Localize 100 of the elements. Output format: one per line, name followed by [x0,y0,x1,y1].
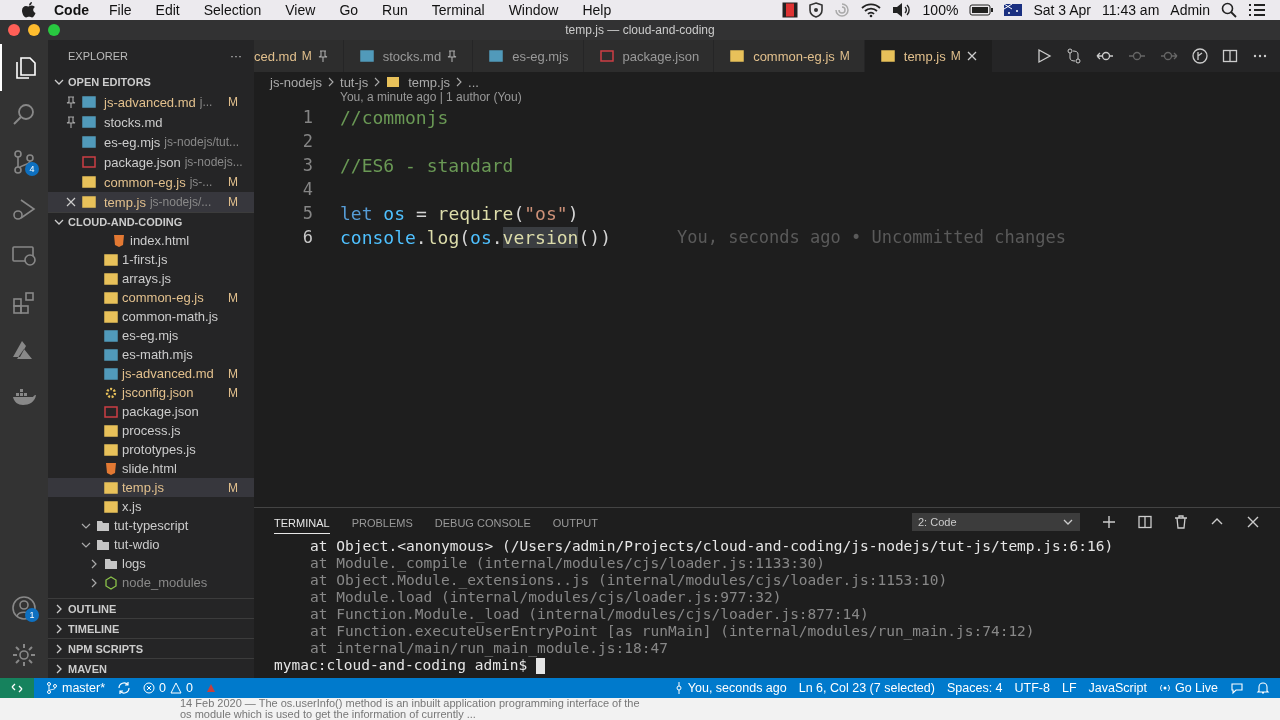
source-control-icon[interactable] [11,148,37,175]
pin-icon[interactable] [65,96,77,108]
breadcrumb-item[interactable]: js-nodejs [270,74,323,90]
collapsed-section[interactable]: TIMELINE [48,618,254,638]
editor-tab[interactable]: stocks.md [343,40,474,72]
menu-item[interactable]: View [285,2,316,18]
status-item[interactable]: LF [1061,681,1077,695]
commit-icon[interactable] [673,682,684,694]
open-editor-item[interactable]: common-eg.js js-... M [48,172,254,192]
close-icon[interactable] [965,50,978,62]
settings-icon[interactable] [11,641,37,668]
close-window-button[interactable] [8,24,20,36]
tree-item[interactable]: process.js [48,421,254,440]
tree-item[interactable]: 1-first.js [48,250,254,269]
maximize-window-button[interactable] [48,24,60,36]
collapsed-section[interactable]: OUTLINE [48,598,254,618]
error-icon[interactable] [143,682,156,694]
pin-icon[interactable] [446,50,459,62]
panel-tab[interactable]: DEBUG CONSOLE [434,511,531,533]
tree-item[interactable]: es-math.mjs [48,345,254,364]
editor-tab[interactable]: common-eg.js M [714,40,865,72]
open-editor-item[interactable]: temp.js js-nodejs/... M [48,192,254,212]
tree-item[interactable]: common-math.js [48,307,254,326]
open-editor-item[interactable]: es-eg.mjs js-nodejs/tut... [48,132,254,152]
bell-icon[interactable] [1256,681,1270,695]
menu-item[interactable]: Window [508,2,559,18]
shield-icon[interactable] [808,2,823,18]
panel-tab[interactable]: OUTPUT [552,511,598,533]
menu-item[interactable]: File [109,2,132,18]
tree-item[interactable]: tut-wdio [48,535,254,554]
open-editor-item[interactable]: stocks.md [48,112,254,132]
app-menu[interactable]: Code [54,2,89,18]
problems-status[interactable]: 0 0 [143,681,193,695]
feedback-icon[interactable] [1230,681,1244,695]
open-editor-item[interactable]: js-advanced.md j... M [48,92,254,112]
tree-item[interactable]: common-eg.js M [48,288,254,307]
tree-item[interactable]: es-eg.mjs [48,326,254,345]
breadcrumb-item[interactable]: tut-js [340,74,369,90]
film-icon[interactable] [781,2,798,18]
status-item[interactable]: UTF-8 [1014,681,1050,695]
menu-item[interactable]: Help [582,2,612,18]
branch-status[interactable]: master* [46,681,106,695]
flag-icon[interactable] [1004,4,1023,16]
tree-item[interactable]: js-advanced.md M [48,364,254,383]
branch-circle-icon[interactable] [1192,48,1208,64]
remote-icon[interactable] [11,682,23,694]
minimize-window-button[interactable] [28,24,40,36]
trash-icon[interactable] [1174,515,1188,529]
status-item[interactable]: You, seconds ago [673,681,787,695]
tree-item[interactable]: package.json [48,402,254,421]
tree-item[interactable]: index.html [48,231,254,250]
search-icon[interactable] [1221,2,1237,18]
status-item[interactable]: JavaScript [1088,681,1147,695]
menu-item[interactable]: Run [382,2,408,18]
breadcrumb-item[interactable]: ... [468,74,479,90]
wifi-icon[interactable] [860,2,881,18]
close-icon[interactable] [65,196,77,208]
panel-tab[interactable]: PROBLEMS [351,511,413,533]
terminal-dropdown[interactable]: 2: Code [912,513,1080,531]
account-icon[interactable] [11,594,37,621]
split-editor-icon[interactable] [1222,48,1238,64]
sync-icon[interactable] [117,681,132,695]
panel-tab[interactable]: TERMINAL [274,510,330,534]
menu-item[interactable]: Selection [203,2,262,18]
battery-icon[interactable] [969,4,994,16]
plus-icon[interactable] [1102,515,1116,529]
editor-tab[interactable]: temp.js M [864,40,993,72]
project-header[interactable]: CLOUD-AND-CODING [48,212,254,231]
tree-item[interactable]: slide.html [48,459,254,478]
list-icon[interactable] [1248,3,1266,17]
extensions-icon[interactable] [11,289,37,316]
menu-item[interactable]: Go [339,2,359,18]
editor-tab[interactable]: ced.md M [254,40,344,72]
open-editor-item[interactable]: package.json js-nodejs... [48,152,254,172]
warning-icon[interactable] [170,682,183,694]
editor-tab[interactable]: es-eg.mjs [473,40,584,72]
tree-item[interactable]: jsconfig.json M [48,383,254,402]
close-icon[interactable] [1246,515,1260,529]
user-name[interactable]: Admin [1170,2,1210,18]
pin-icon[interactable] [316,50,329,62]
collapsed-section[interactable]: NPM SCRIPTS [48,638,254,658]
tree-item[interactable]: node_modules [48,573,254,592]
status-item[interactable]: Go Live [1158,681,1218,695]
status-item[interactable]: Spaces: 4 [946,681,1003,695]
status-item[interactable]: Ln 6, Col 23 (7 selected) [798,681,935,695]
tree-item[interactable]: prototypes.js [48,440,254,459]
menu-item[interactable]: Edit [155,2,180,18]
codelens-text[interactable]: You, a minute ago | 1 author (You) [340,92,522,104]
tree-item[interactable]: arrays.js [48,269,254,288]
run-icon[interactable] [1036,48,1052,64]
editor-tab[interactable]: package.json [583,40,715,72]
volume-icon[interactable] [891,2,912,18]
pin-icon[interactable] [65,116,77,128]
split-terminal-icon[interactable] [1138,515,1152,529]
apple-icon[interactable] [22,2,36,18]
breadcrumb-item[interactable]: temp.js [408,74,451,90]
tree-item[interactable]: x.js [48,497,254,516]
tree-item[interactable]: temp.js M [48,478,254,497]
branch-icon[interactable] [46,682,58,694]
broadcast-icon[interactable] [1158,682,1171,694]
